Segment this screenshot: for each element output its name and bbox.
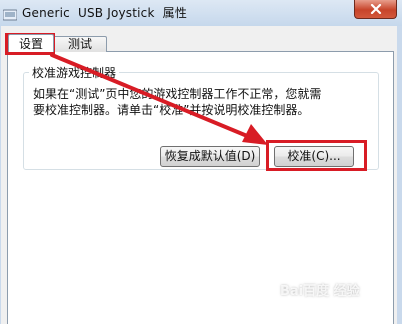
calibrate-button[interactable]: 校准(C)... bbox=[274, 146, 354, 167]
window-icon bbox=[2, 6, 18, 21]
window-title: Generic USB Joystick 属性 bbox=[22, 6, 188, 20]
close-button[interactable] bbox=[354, 0, 397, 19]
reset-defaults-button[interactable]: 恢复成默认值(D) bbox=[160, 146, 260, 167]
watermark: Bai百度 经验 bbox=[280, 284, 360, 299]
close-icon bbox=[370, 4, 382, 14]
screenshot: Generic USB Joystick 属性 测试 设置 校准游戏控制器 如果… bbox=[0, 0, 402, 324]
calibration-description: 如果在“测试”页中您的游戏控制器工作不正常，您就需要校准控制器。请单击“校准”并… bbox=[33, 87, 322, 117]
group-title: 校准游戏控制器 bbox=[29, 64, 120, 81]
tab-test[interactable]: 测试 bbox=[53, 36, 107, 52]
tab-settings[interactable]: 设置 bbox=[8, 34, 54, 52]
title-bar: Generic USB Joystick 属性 bbox=[0, 0, 402, 26]
